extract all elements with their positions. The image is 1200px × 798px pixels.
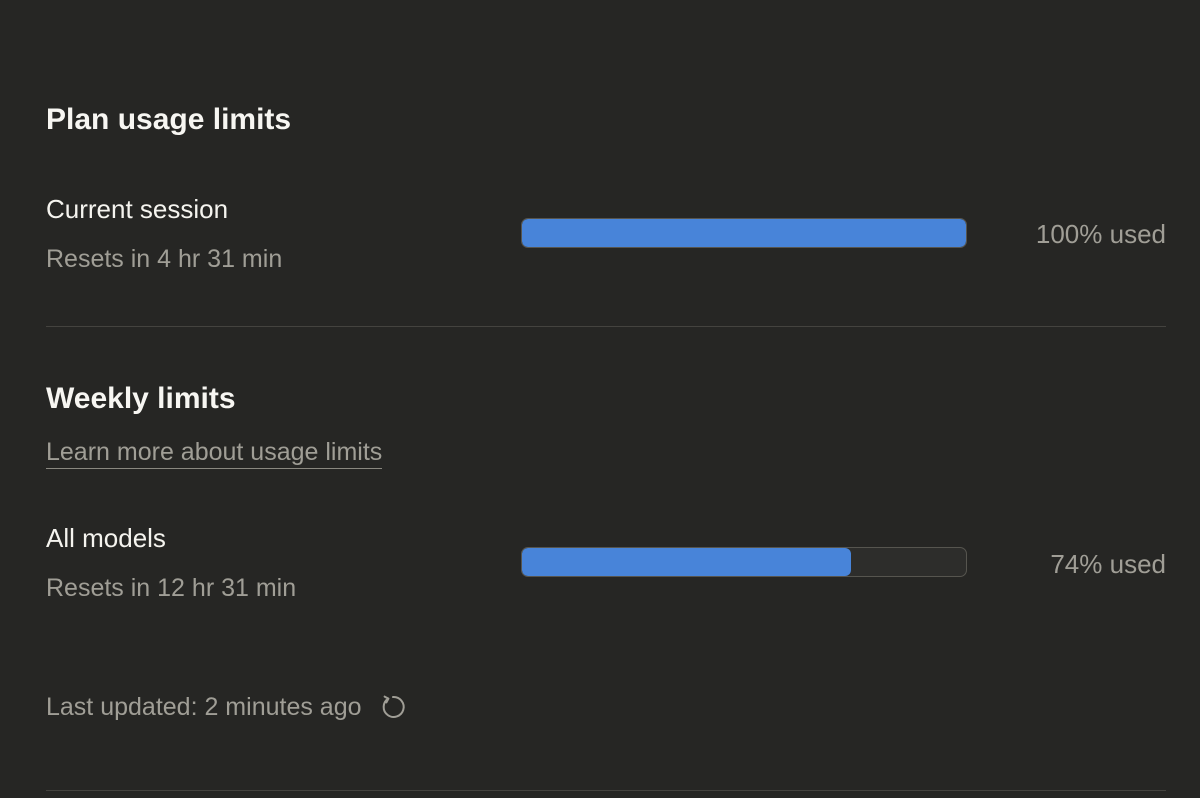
current-session-label: Current session <box>46 194 229 224</box>
section-divider <box>46 326 1166 327</box>
current-session-progress-bar <box>521 218 967 248</box>
learn-more-usage-limits-link[interactable]: Learn more about usage limits <box>46 436 383 469</box>
current-session-usage-percent: 100% used <box>1035 219 1166 249</box>
all-models-progress-fill <box>522 548 851 576</box>
all-models-usage-percent: 74% used <box>1050 549 1166 579</box>
bottom-divider <box>46 790 1166 791</box>
all-models-label: All models <box>46 523 166 553</box>
current-session-progress-fill <box>522 219 966 247</box>
last-updated-row: Last updated: 2 minutes ago <box>46 690 408 724</box>
weekly-limits-title: Weekly limits <box>46 382 236 415</box>
current-session-resets: Resets in 4 hr 31 min <box>46 245 283 273</box>
last-updated-text: Last updated: 2 minutes ago <box>46 693 362 721</box>
all-models-resets: Resets in 12 hr 31 min <box>46 574 297 602</box>
all-models-progress-bar <box>521 547 967 577</box>
plan-usage-limits-title: Plan usage limits <box>46 103 292 136</box>
refresh-icon[interactable] <box>378 692 408 722</box>
